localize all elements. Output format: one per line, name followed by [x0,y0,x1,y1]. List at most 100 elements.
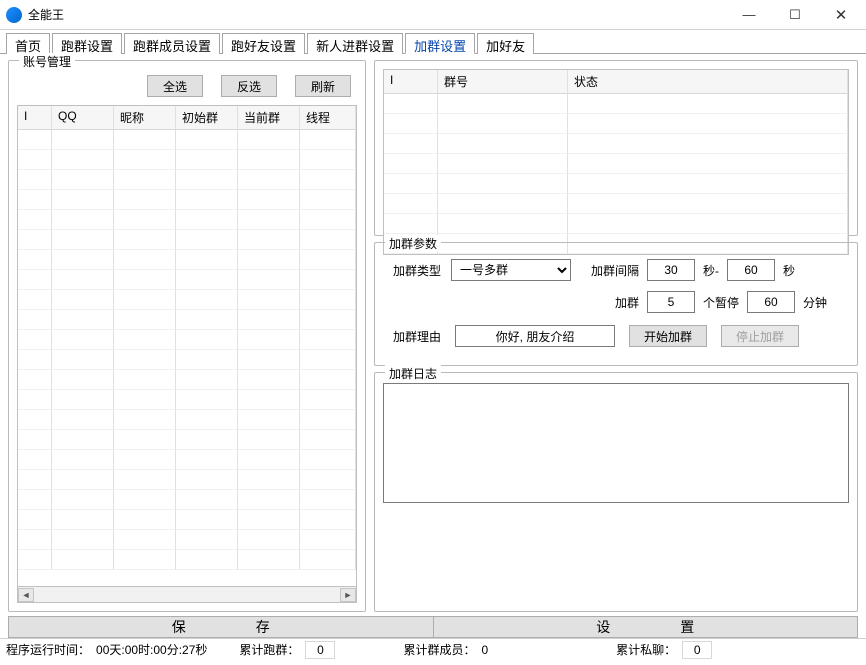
table-row[interactable] [18,530,356,550]
table-row[interactable] [18,130,356,150]
table-row[interactable] [18,250,356,270]
col-i[interactable]: I [18,106,52,130]
table-row[interactable] [18,270,356,290]
client-area: 账号管理 全选 反选 刷新 I QQ 昵称 初始群 当前群 线程 [0,54,866,616]
run-group-label: 累计跑群： [239,641,299,658]
interval-unit2: 秒 [783,262,795,279]
pause-duration-input[interactable] [747,291,795,313]
gcol-i[interactable]: I [384,70,438,94]
start-add-group-button[interactable]: 开始加群 [629,325,707,347]
table-row[interactable] [18,490,356,510]
member-label: 累计群成员： [403,641,475,658]
interval-unit1: 秒- [703,262,719,279]
member-value: 0 [481,643,488,657]
table-row[interactable] [18,370,356,390]
table-row[interactable] [384,134,848,154]
type-label: 加群类型 [393,262,441,279]
tab-add-group-settings[interactable]: 加群设置 [405,33,475,54]
col-nickname[interactable]: 昵称 [114,106,176,130]
gcol-number[interactable]: 群号 [438,70,568,94]
params-title: 加群参数 [385,235,441,252]
type-select[interactable]: 一号多群 [451,259,571,281]
table-row[interactable] [18,390,356,410]
main-tabstrip: 首页 跑群设置 跑群成员设置 跑好友设置 新人进群设置 加群设置 加好友 [0,30,866,54]
run-group-value: 0 [305,641,335,659]
invert-select-button[interactable]: 反选 [221,75,277,97]
tab-home[interactable]: 首页 [6,33,50,54]
col-thread[interactable]: 线程 [300,106,356,130]
pause-count-unit: 个暂停 [703,294,739,311]
account-groupbox-title: 账号管理 [19,53,75,70]
table-row[interactable] [384,194,848,214]
group-table-body[interactable] [384,94,848,254]
table-row[interactable] [18,290,356,310]
settings-button[interactable]: 设 置 [434,616,859,638]
table-row[interactable] [384,214,848,234]
col-current-group[interactable]: 当前群 [238,106,300,130]
params-groupbox: 加群参数 加群类型 一号多群 加群间隔 秒- [374,242,858,366]
table-row[interactable] [18,210,356,230]
col-initial-group[interactable]: 初始群 [176,106,238,130]
tab-newcomer-settings[interactable]: 新人进群设置 [307,33,403,54]
table-row[interactable] [18,550,356,570]
table-row[interactable] [384,94,848,114]
account-hscrollbar[interactable]: ◄ ► [17,587,357,603]
select-all-button[interactable]: 全选 [147,75,203,97]
minimize-button[interactable]: — [726,0,772,30]
scroll-right-icon[interactable]: ► [340,588,356,602]
save-button[interactable]: 保 存 [8,616,434,638]
reason-input[interactable] [455,325,615,347]
tab-run-group-settings[interactable]: 跑群设置 [52,33,122,54]
account-table-body[interactable] [18,130,356,586]
bottom-button-row: 保 存 设 置 [8,616,858,638]
table-row[interactable] [18,510,356,530]
runtime-label: 程序运行时间： [6,641,90,658]
pause-label: 加群 [591,294,639,311]
interval-label: 加群间隔 [591,262,639,279]
private-label: 累计私聊： [616,641,676,658]
group-list-groupbox: I 群号 状态 [374,60,858,236]
interval-min-input[interactable] [647,259,695,281]
log-title: 加群日志 [385,365,441,382]
window-titlebar: 全能王 — ☐ ✕ [0,0,866,30]
account-table-header: I QQ 昵称 初始群 当前群 线程 [18,106,356,130]
log-textarea[interactable] [383,383,849,503]
table-row[interactable] [384,114,848,134]
pause-count-input[interactable] [647,291,695,313]
table-row[interactable] [384,154,848,174]
stop-add-group-button[interactable]: 停止加群 [721,325,799,347]
app-icon [6,7,22,23]
tab-run-group-member-settings[interactable]: 跑群成员设置 [124,33,220,54]
table-row[interactable] [18,190,356,210]
table-row[interactable] [18,330,356,350]
table-row[interactable] [18,470,356,490]
tab-run-friend-settings[interactable]: 跑好友设置 [222,33,305,54]
runtime-value: 00天:00时:00分:27秒 [96,641,207,658]
col-qq[interactable]: QQ [52,106,114,130]
table-row[interactable] [18,430,356,450]
table-row[interactable] [18,310,356,330]
log-groupbox: 加群日志 [374,372,858,612]
reason-label: 加群理由 [393,328,441,345]
table-row[interactable] [384,174,848,194]
table-row[interactable] [18,170,356,190]
maximize-button[interactable]: ☐ [772,0,818,30]
interval-max-input[interactable] [727,259,775,281]
table-row[interactable] [18,350,356,370]
close-button[interactable]: ✕ [818,0,864,30]
tab-add-friend[interactable]: 加好友 [477,33,534,54]
window-title: 全能王 [28,6,64,23]
gcol-status[interactable]: 状态 [568,70,848,94]
table-row[interactable] [18,230,356,250]
private-value: 0 [682,641,712,659]
table-row[interactable] [18,450,356,470]
group-table-header: I 群号 状态 [384,70,848,94]
refresh-button[interactable]: 刷新 [295,75,351,97]
account-table[interactable]: I QQ 昵称 初始群 当前群 线程 [17,105,357,587]
scroll-left-icon[interactable]: ◄ [18,588,34,602]
account-groupbox: 账号管理 全选 反选 刷新 I QQ 昵称 初始群 当前群 线程 [8,60,366,612]
group-table[interactable]: I 群号 状态 [383,69,849,255]
table-row[interactable] [18,410,356,430]
table-row[interactable] [18,150,356,170]
account-toolbar: 全选 反选 刷新 [17,71,357,105]
